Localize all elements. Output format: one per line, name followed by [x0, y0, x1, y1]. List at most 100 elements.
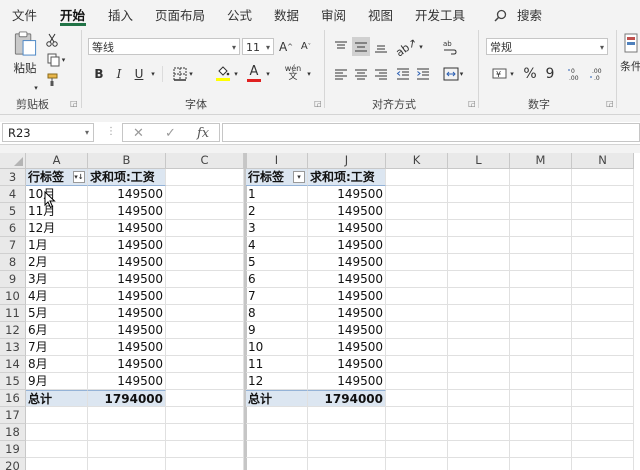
- cell-m7[interactable]: [510, 237, 572, 254]
- cell-c10[interactable]: [166, 288, 244, 305]
- cell-i17[interactable]: [246, 407, 308, 424]
- cell-c20[interactable]: [166, 458, 244, 470]
- menu-home[interactable]: 开始: [60, 5, 85, 24]
- cell-a5[interactable]: 11月: [26, 203, 88, 220]
- cell-l11[interactable]: [448, 305, 510, 322]
- cell-l18[interactable]: [448, 424, 510, 441]
- column-header-l[interactable]: L: [448, 153, 510, 169]
- cell-l16[interactable]: [448, 390, 510, 407]
- cell-i13[interactable]: 10: [246, 339, 308, 356]
- cell-j14[interactable]: 149500: [308, 356, 386, 373]
- cell-k17[interactable]: [386, 407, 448, 424]
- fill-dropdown-icon[interactable]: ▾: [232, 65, 240, 83]
- underline-dropdown-icon[interactable]: ▾: [149, 65, 157, 83]
- cell-b9[interactable]: 149500: [88, 271, 166, 288]
- cell-c18[interactable]: [166, 424, 244, 441]
- cell-a20[interactable]: [26, 458, 88, 470]
- menu-insert[interactable]: 插入: [108, 5, 133, 24]
- cell-m17[interactable]: [510, 407, 572, 424]
- decrease-decimal-button[interactable]: .00.0: [588, 64, 606, 84]
- conditional-format-button[interactable]: 条件: [620, 32, 640, 82]
- cell-n10[interactable]: [572, 288, 634, 305]
- cell-b7[interactable]: 149500: [88, 237, 166, 254]
- percent-button[interactable]: %: [522, 64, 538, 84]
- cell-a4[interactable]: 10月: [26, 186, 88, 203]
- copy-button[interactable]: ▾: [44, 52, 68, 68]
- grow-font-button[interactable]: A ^: [278, 38, 294, 55]
- menu-file[interactable]: 文件: [12, 5, 37, 24]
- cell-a16[interactable]: 总计: [26, 390, 88, 407]
- cell-m8[interactable]: [510, 254, 572, 271]
- merge-center-button[interactable]: ▾: [440, 64, 466, 83]
- menu-page-layout[interactable]: 页面布局: [155, 5, 205, 24]
- cell-c5[interactable]: [166, 203, 244, 220]
- cell-b12[interactable]: 149500: [88, 322, 166, 339]
- cell-j3[interactable]: 求和项:工资: [308, 169, 386, 186]
- cell-a9[interactable]: 3月: [26, 271, 88, 288]
- cell-b15[interactable]: 149500: [88, 373, 166, 390]
- cell-b8[interactable]: 149500: [88, 254, 166, 271]
- cell-c19[interactable]: [166, 441, 244, 458]
- cell-a15[interactable]: 9月: [26, 373, 88, 390]
- align-middle-button[interactable]: [352, 37, 370, 56]
- italic-button[interactable]: I: [112, 65, 126, 83]
- cell-j7[interactable]: 149500: [308, 237, 386, 254]
- cell-m4[interactable]: [510, 186, 572, 203]
- align-left-button[interactable]: [332, 65, 350, 83]
- cell-l5[interactable]: [448, 203, 510, 220]
- cell-n16[interactable]: [572, 390, 634, 407]
- cell-c11[interactable]: [166, 305, 244, 322]
- cell-i5[interactable]: 2: [246, 203, 308, 220]
- cell-k13[interactable]: [386, 339, 448, 356]
- row-header-14[interactable]: 14: [0, 356, 26, 373]
- row-header-4[interactable]: 4: [0, 186, 26, 203]
- row-header-12[interactable]: 12: [0, 322, 26, 339]
- row-header-17[interactable]: 17: [0, 407, 26, 424]
- cell-b10[interactable]: 149500: [88, 288, 166, 305]
- row-header-3[interactable]: 3: [0, 169, 26, 186]
- accounting-format-button[interactable]: ¥ ▾: [488, 65, 518, 83]
- font-color-dropdown-icon[interactable]: ▾: [264, 65, 272, 83]
- row-header-16[interactable]: 16: [0, 390, 26, 407]
- cell-b16[interactable]: 1794000: [88, 390, 166, 407]
- menu-data[interactable]: 数据: [274, 5, 299, 24]
- cell-b5[interactable]: 149500: [88, 203, 166, 220]
- cell-c17[interactable]: [166, 407, 244, 424]
- cell-b13[interactable]: 149500: [88, 339, 166, 356]
- cell-m5[interactable]: [510, 203, 572, 220]
- cell-a17[interactable]: [26, 407, 88, 424]
- cell-i12[interactable]: 9: [246, 322, 308, 339]
- cell-a10[interactable]: 4月: [26, 288, 88, 305]
- cell-i9[interactable]: 6: [246, 271, 308, 288]
- cell-m12[interactable]: [510, 322, 572, 339]
- cell-l15[interactable]: [448, 373, 510, 390]
- cell-l8[interactable]: [448, 254, 510, 271]
- cell-b19[interactable]: [88, 441, 166, 458]
- search-box[interactable]: 搜索: [494, 5, 542, 24]
- cell-j6[interactable]: 149500: [308, 220, 386, 237]
- cell-n17[interactable]: [572, 407, 634, 424]
- cell-c16[interactable]: [166, 390, 244, 407]
- cell-k11[interactable]: [386, 305, 448, 322]
- row-header-10[interactable]: 10: [0, 288, 26, 305]
- cell-i15[interactable]: 12: [246, 373, 308, 390]
- menu-view[interactable]: 视图: [368, 5, 393, 24]
- formula-input[interactable]: [222, 123, 640, 142]
- cell-i18[interactable]: [246, 424, 308, 441]
- cell-l20[interactable]: [448, 458, 510, 470]
- cell-c12[interactable]: [166, 322, 244, 339]
- cell-j4[interactable]: 149500: [308, 186, 386, 203]
- cell-i3[interactable]: 行标签 ▾: [246, 169, 308, 186]
- cell-b4[interactable]: 149500: [88, 186, 166, 203]
- cell-l12[interactable]: [448, 322, 510, 339]
- wrap-text-button[interactable]: ab: [442, 36, 458, 58]
- row-header-6[interactable]: 6: [0, 220, 26, 237]
- phonetic-dropdown-icon[interactable]: ▾: [305, 65, 313, 83]
- clipboard-launcher-icon[interactable]: ◲: [70, 99, 78, 108]
- cell-n18[interactable]: [572, 424, 634, 441]
- row-header-13[interactable]: 13: [0, 339, 26, 356]
- orientation-button[interactable]: ab↗ ▾: [394, 35, 423, 59]
- row-header-7[interactable]: 7: [0, 237, 26, 254]
- cell-k5[interactable]: [386, 203, 448, 220]
- cell-m9[interactable]: [510, 271, 572, 288]
